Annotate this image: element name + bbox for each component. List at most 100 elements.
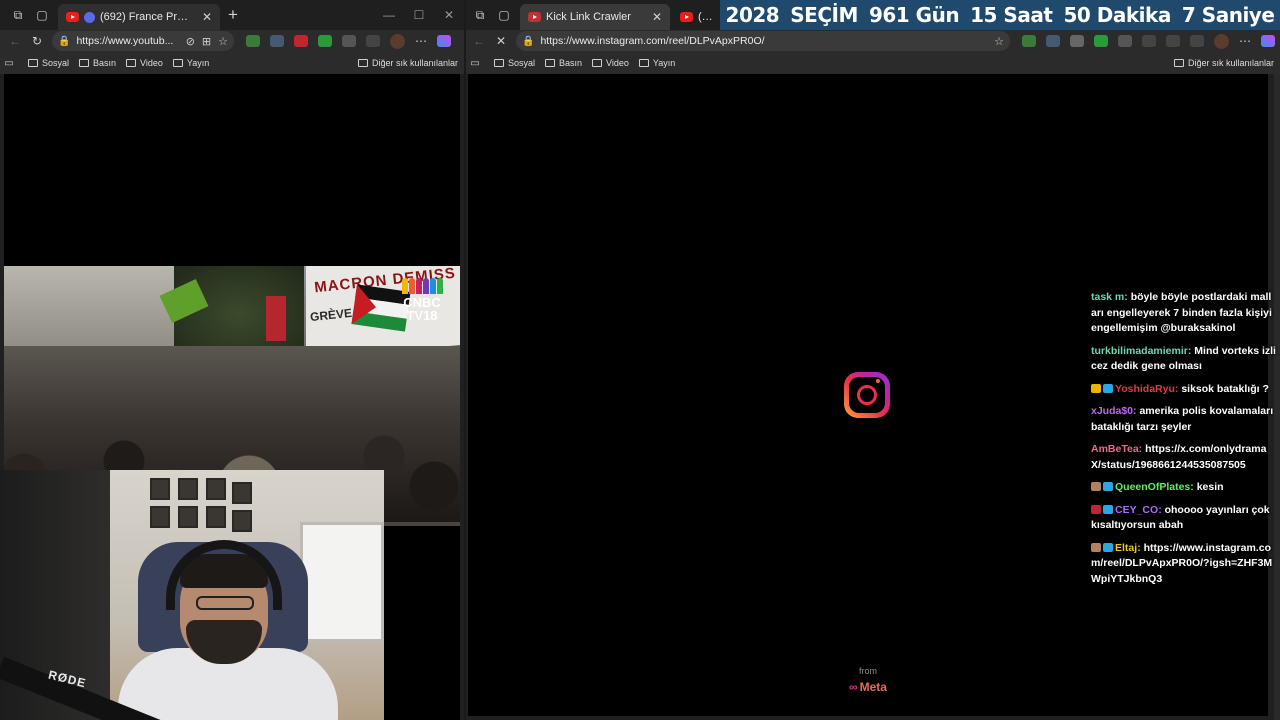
chat-badge-icon [1091,542,1101,552]
reading-list-icon[interactable]: ▭ [0,56,18,70]
chat-username[interactable]: Eltaj [1115,542,1137,554]
chat-badge-icon [1091,504,1101,514]
other-bookmarks[interactable]: Diğer sık kullanılanlar [1173,58,1274,68]
favorite-star-icon[interactable]: ☆ [994,35,1004,48]
bookmark-label: Video [140,58,163,68]
favorite-star-icon[interactable]: ☆ [218,35,228,48]
favorites-icon[interactable] [1166,35,1180,47]
chat-message: AmBeTea: https://x.com/onlydramaX/status… [1091,443,1267,471]
picture-frames [144,476,256,538]
peacock-icon [396,278,448,296]
tab-actions-icon[interactable]: ▢ [30,3,54,27]
folder-icon [172,59,183,67]
reload-icon[interactable]: ↻ [26,31,48,51]
bookmark-video[interactable]: Video [126,58,163,68]
more-menu-icon[interactable]: ⋯ [410,31,432,51]
bookmark-basin[interactable]: Basın [545,58,582,68]
kick-crawler-icon [528,12,541,22]
extensions-puzzle-icon[interactable] [342,35,356,47]
chat-username[interactable]: turkbilimadamiemir [1091,345,1188,357]
extension-icon[interactable] [294,35,308,47]
reading-list-icon[interactable]: ▭ [466,56,484,70]
stop-loading-icon[interactable]: ✕ [490,31,512,51]
bookmark-yayin[interactable]: Yayın [172,58,210,68]
reader-icon[interactable]: ⊘ [186,35,195,48]
chat-username[interactable]: CEY_CO [1115,504,1158,516]
new-tab-button[interactable]: + [228,5,238,25]
tab-kick-link-crawler[interactable]: Kick Link Crawler ✕ [520,4,670,30]
meta-label: Meta [859,680,887,694]
tab-actions-icon[interactable]: ▢ [492,3,516,27]
shield-icon[interactable] [1190,35,1204,47]
chat-username[interactable]: AmBeTea [1091,443,1139,455]
favorites-icon[interactable] [366,35,380,47]
profile-avatar[interactable] [390,33,405,49]
address-url: https://www.instagram.com/reel/DLPvApxPR… [540,35,765,47]
extensions-puzzle-icon[interactable] [1118,35,1132,47]
left-nav-bar: ← ↻ 🔒 https://www.youtub... ⊘ ⊞ ☆ ⋯ [0,30,464,52]
bookmark-label: Yayın [652,58,676,68]
meta-logo: ∞ Meta [840,680,896,694]
countdown-year: 2028 [725,3,780,27]
back-icon[interactable]: ← [4,31,26,51]
other-bookmarks-label: Diğer sık kullanılanlar [1187,58,1274,68]
bookmark-sosyal[interactable]: Sosyal [494,58,535,68]
bookmark-label: Yayın [186,58,210,68]
extension-icon[interactable] [1046,35,1060,47]
chat-badge-icon [1103,383,1113,393]
bookmark-basin[interactable]: Basın [79,58,116,68]
chat-username[interactable]: xJuda$0 [1091,405,1133,417]
lock-icon[interactable]: 🔒 [522,36,534,47]
extension-icon[interactable] [1022,35,1036,47]
red-flag [266,296,286,341]
back-icon[interactable]: ← [468,31,490,51]
extension-icon[interactable] [270,35,284,47]
folder-icon [79,59,90,67]
countdown-days: 961 Gün [868,3,960,27]
close-window-icon[interactable]: ✕ [434,8,464,22]
bookmark-sosyal[interactable]: Sosyal [28,58,69,68]
video-bottom-strip [384,522,460,526]
copilot-icon[interactable] [437,35,451,47]
extension-icon[interactable] [246,35,260,47]
lock-icon[interactable]: 🔒 [58,36,70,47]
chat-message: task m: böyle böyle postlardaki malları … [1091,291,1272,334]
channel-logo-text: CNBC TV18 [403,295,441,323]
bookmark-yayin[interactable]: Yayın [638,58,676,68]
minimize-icon[interactable]: — [374,8,404,22]
chat-username[interactable]: QueenOfPlates [1115,481,1190,493]
chat-badge-icon [1103,542,1113,552]
instagram-dot-icon [876,379,880,383]
bookmark-label: Sosyal [42,58,70,68]
folder-icon [638,59,649,67]
extension-icon[interactable] [1094,35,1108,47]
extension-icon[interactable] [1070,35,1084,47]
app-icon[interactable]: ⊞ [202,35,211,48]
chat-badge-icon [1091,482,1101,491]
chat-message: Eltaj: https://www.instagram.com/reel/DL… [1091,541,1273,585]
chat-username[interactable]: task m [1091,291,1124,303]
split-screen-icon[interactable] [1142,35,1156,47]
copilot-icon[interactable] [1261,35,1275,47]
workspaces-icon[interactable]: ⧉ [468,3,492,27]
address-bar[interactable]: 🔒 https://www.youtub... ⊘ ⊞ ☆ [52,31,234,51]
chat-username[interactable]: YoshidaRyu [1115,383,1175,395]
webcam-overlay: RØDE [0,470,384,720]
tab-youtube[interactable]: (692) France Protest LIVE: Na ✕ [58,4,220,30]
profile-avatar[interactable] [1214,33,1229,49]
close-tab-icon[interactable]: ✕ [652,10,662,24]
address-bar[interactable]: 🔒 https://www.instagram.com/reel/DLPvApx… [516,31,1010,51]
bookmark-video[interactable]: Video [592,58,629,68]
meta-infinity-icon: ∞ [849,680,858,694]
tab-youtube-2[interactable]: (692) Y [672,4,718,30]
close-tab-icon[interactable]: ✕ [202,10,212,24]
right-bookmarks-bar: ▭ Sosyal Basın Video Yayın Diğer sık kul… [466,52,1280,74]
more-menu-icon[interactable]: ⋯ [1234,31,1256,51]
tab-title: (692) Y [698,11,718,23]
folder-icon [1173,59,1184,67]
maximize-icon[interactable]: ☐ [404,8,434,22]
workspaces-icon[interactable]: ⧉ [6,3,30,27]
other-bookmarks[interactable]: Diğer sık kullanılanlar [357,58,458,68]
extension-icon[interactable] [318,35,332,47]
chat-text: kesin [1196,481,1224,493]
